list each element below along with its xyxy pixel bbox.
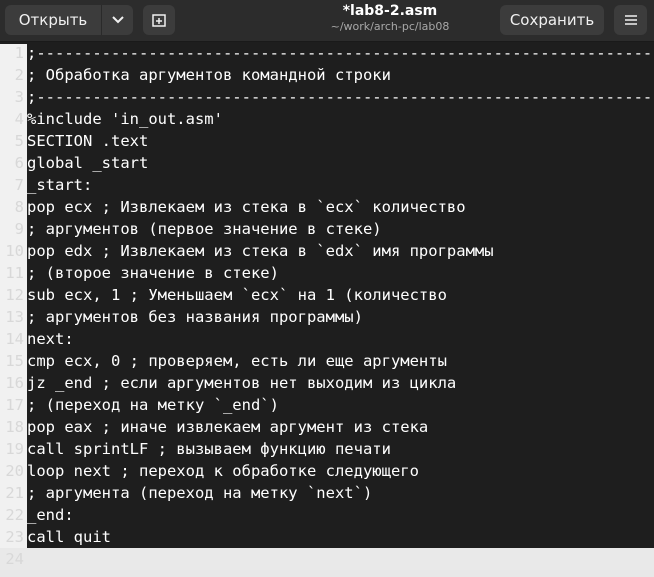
line-number: 12 — [5, 286, 24, 304]
code-text: loop next ; переход к обработке следующе… — [27, 462, 419, 480]
line-number: 4 — [14, 110, 24, 128]
code-text: ; аргументов (первое значение в стеке) — [27, 220, 382, 238]
code-text: call quit — [27, 528, 111, 546]
code-text: cmp ecx, 0 ; проверяем, есть ли еще аргу… — [27, 352, 447, 370]
code-line[interactable]: 14 next: — [0, 328, 654, 350]
code-text: pop eax ; иначе извлекаем аргумент из ст… — [27, 418, 429, 436]
line-number: 6 — [14, 154, 24, 172]
code-line[interactable]: 7 _start: — [0, 174, 654, 196]
document-path: ~/work/arch-pc/lab08 — [330, 20, 450, 33]
code-text: SECTION .text — [27, 132, 149, 150]
code-text: ; (второе значение в стеке) — [27, 264, 279, 282]
code-line[interactable]: 19 call sprintLF ; вызываем функцию печат… — [0, 438, 654, 460]
code-line[interactable]: 3 ;--------------------------------------… — [0, 86, 654, 108]
code-text: _end: — [27, 506, 74, 524]
code-line[interactable]: 4 %include 'in_out.asm' — [0, 108, 654, 130]
code-line[interactable]: 10 pop edx ; Извлекаем из стека в `edx` и… — [0, 240, 654, 262]
new-tab-icon — [151, 12, 167, 28]
line-number: 11 — [5, 264, 24, 282]
code-text: call sprintLF ; вызываем функцию печати — [27, 440, 391, 458]
code-text: ; (переход на метку `_end`) — [27, 396, 279, 414]
code-line[interactable]: 15 cmp ecx, 0 ; проверяем, есть ли еще ар… — [0, 350, 654, 372]
save-button[interactable]: Сохранить — [500, 5, 604, 35]
code-line[interactable]: 6 global _start — [0, 152, 654, 174]
line-number: 10 — [5, 242, 24, 260]
code-text: pop edx ; Извлекаем из стека в `edx` имя… — [27, 242, 494, 260]
code-line[interactable]: 1 ;--------------------------------------… — [0, 42, 654, 64]
code-text: sub ecx, 1 ; Уменьшаем `ecx` на 1 (колич… — [27, 286, 447, 304]
code-text: pop ecx ; Извлекаем из стека в `ecx` кол… — [27, 198, 466, 216]
line-number: 7 — [14, 176, 24, 194]
code-line[interactable]: 22 _end: — [0, 504, 654, 526]
code-text: %include 'in_out.asm' — [27, 110, 223, 128]
code-text: ; аргумента (переход на метку `next`) — [27, 484, 373, 502]
code-line[interactable]: 17; (переход на метку `_end`) — [0, 394, 654, 416]
code-text: next: — [27, 330, 74, 348]
code-line[interactable]: 12 sub ecx, 1 ; Уменьшаем `ecx` на 1 (кол… — [0, 284, 654, 306]
line-number: 14 — [5, 330, 24, 348]
code-text: global _start — [27, 154, 149, 172]
line-number: 8 — [14, 198, 24, 216]
code-text: ;---------------------------------------… — [27, 88, 653, 106]
code-line[interactable]: 11; (второе значение в стеке) — [0, 262, 654, 284]
line-number: 3 — [14, 88, 24, 106]
open-button[interactable]: Открыть — [5, 5, 101, 35]
code-line[interactable]: 5 SECTION .text — [0, 130, 654, 152]
line-number: 9 — [14, 220, 24, 238]
save-button-label: Сохранить — [509, 11, 595, 29]
line-number: 18 — [5, 418, 24, 436]
code-text: ;---------------------------------------… — [27, 44, 653, 62]
line-number: 23 — [5, 528, 24, 546]
line-number: 2 — [14, 66, 24, 84]
code-text: jz _end ; если аргументов нет выходим из… — [27, 374, 457, 392]
code-line[interactable]: 2; Обработка аргументов командной строки — [0, 64, 654, 86]
code-text: ; Обработка аргументов командной строки — [27, 66, 391, 84]
chevron-down-icon — [111, 15, 125, 25]
code-line[interactable]: 24 — [0, 548, 654, 570]
code-line[interactable]: 21; аргумента (переход на метку `next`) — [0, 482, 654, 504]
code-line[interactable]: 20 loop next ; переход к обработке следую… — [0, 460, 654, 482]
code-text: ; аргументов без названия программы) — [27, 308, 363, 326]
code-line[interactable]: 13; аргументов без названия программы) — [0, 306, 654, 328]
code-line[interactable]: 23 call quit — [0, 526, 654, 548]
line-number: 20 — [5, 462, 24, 480]
line-number: 15 — [5, 352, 24, 370]
window-title-area: *lab8-2.asm ~/work/arch-pc/lab08 — [240, 2, 540, 34]
menu-button[interactable] — [614, 5, 647, 35]
line-number: 1 — [14, 44, 24, 62]
header-bar: Открыть *lab8-2.asm ~/work/arch-pc/lab08… — [0, 0, 654, 42]
code-line[interactable]: 8 pop ecx ; Извлекаем из стека в `ecx` ко… — [0, 196, 654, 218]
open-button-label: Открыть — [18, 11, 88, 29]
line-number: 19 — [5, 440, 24, 458]
line-number: 5 — [14, 132, 24, 150]
status-strip — [0, 570, 654, 577]
line-number: 16 — [5, 374, 24, 392]
code-line[interactable]: 16 jz _end ; если аргументов нет выходим … — [0, 372, 654, 394]
line-number: 17 — [5, 396, 24, 414]
open-dropdown-button[interactable] — [101, 5, 133, 35]
line-number: 13 — [5, 308, 24, 326]
hamburger-menu-icon — [624, 14, 638, 26]
code-line[interactable]: 18 pop eax ; иначе извлекаем аргумент из … — [0, 416, 654, 438]
document-title: *lab8-2.asm — [342, 3, 438, 19]
code-line[interactable]: 9; аргументов (первое значение в стеке) — [0, 218, 654, 240]
line-number: 22 — [5, 506, 24, 524]
line-number: 24 — [5, 550, 24, 568]
new-tab-button[interactable] — [143, 5, 175, 35]
line-number: 21 — [5, 484, 24, 502]
code-text: _start: — [27, 176, 93, 194]
